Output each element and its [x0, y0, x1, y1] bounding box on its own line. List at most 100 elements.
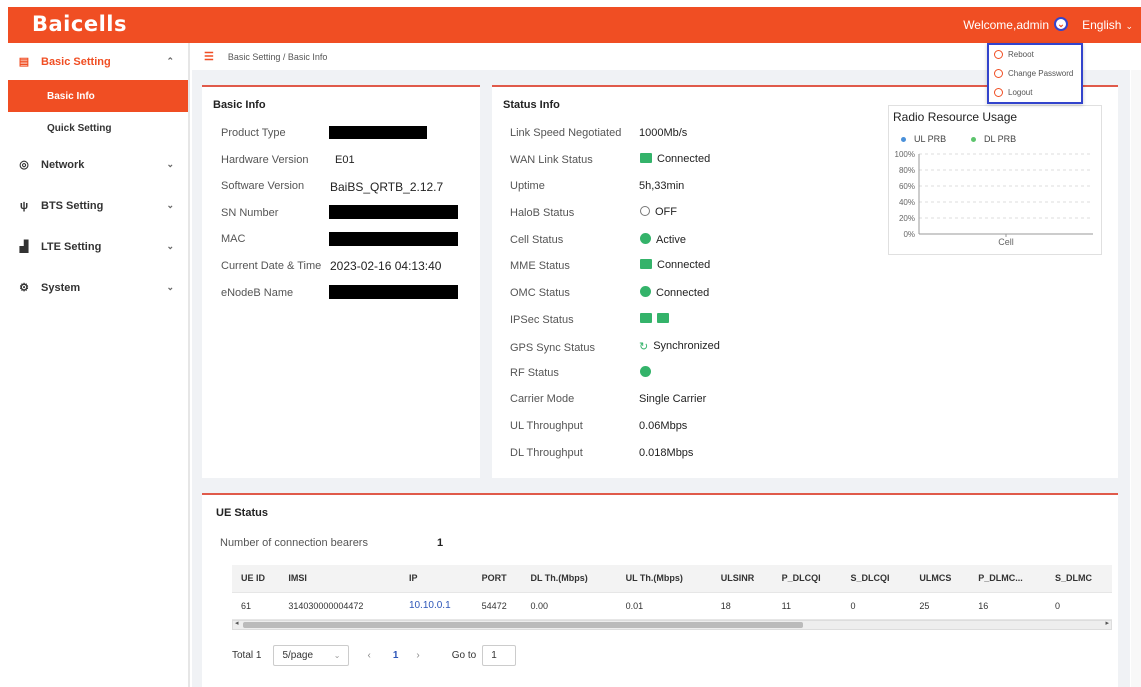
- sidebar-item-bts-setting[interactable]: ψ BTS Setting ⌄: [8, 185, 188, 226]
- column-header: DL Th.(Mbps): [521, 565, 617, 593]
- table-header-row: UE ID IMSI IP PORT DL Th.(Mbps) UL Th.(Mbps) U…: [232, 565, 1112, 593]
- product-type-label: Product Type: [221, 127, 286, 139]
- table-cell: 16: [969, 592, 1046, 620]
- prev-page-icon[interactable]: ‹: [367, 650, 370, 661]
- ue-status-card: UE Status Number of connection bearers 1…: [202, 493, 1118, 687]
- key-icon: [994, 69, 1003, 78]
- table-cell: 61: [232, 592, 280, 620]
- chevron-down-icon: ⌄: [1125, 21, 1133, 31]
- sn-number-label: SN Number: [221, 207, 279, 219]
- mme-status-text: Connected: [657, 259, 711, 271]
- user-menu-chevron-icon[interactable]: ⌄: [1054, 17, 1068, 31]
- power-off-icon: [640, 206, 650, 216]
- ip-link[interactable]: 10.10.0.1: [399, 592, 473, 620]
- language-label: English: [1082, 18, 1122, 32]
- scroll-left-icon[interactable]: ◂: [235, 619, 239, 627]
- menu-item-label: Logout: [1008, 88, 1033, 97]
- ue-table: UE ID IMSI IP PORT DL Th.(Mbps) UL Th.(Mbps) U…: [232, 565, 1112, 620]
- link-speed-label: Link Speed Negotiated: [510, 127, 622, 139]
- redacted-sn-number: [329, 205, 458, 219]
- cell-status-text: Active: [656, 234, 686, 246]
- uptime-label: Uptime: [510, 180, 545, 192]
- sidebar-item-network[interactable]: ◎ Network ⌄: [8, 144, 188, 185]
- mme-status-label: MME Status: [510, 260, 570, 272]
- sidebar-item-system[interactable]: ⚙ System ⌄: [8, 267, 188, 308]
- next-page-icon[interactable]: ›: [416, 650, 419, 661]
- chevron-down-icon: ⌄: [166, 282, 174, 292]
- user-dropdown-menu: Reboot Change Password Logout: [987, 43, 1083, 104]
- ue-status-title: UE Status: [216, 507, 268, 519]
- cell-status-value: Active: [640, 233, 686, 246]
- sidebar-item-lte-setting[interactable]: ▟ LTE Setting ⌄: [8, 226, 188, 267]
- sidebar-item-label: LTE Setting: [41, 240, 102, 253]
- sidebar-item-quick-setting[interactable]: Quick Setting: [8, 112, 188, 144]
- sidebar-item-basic-info[interactable]: Basic Info: [8, 80, 188, 112]
- sidebar-item-label: Basic Setting: [41, 55, 111, 68]
- halob-status-label: HaloB Status: [510, 207, 575, 219]
- y-tick-label: 100%: [895, 150, 915, 159]
- tunnel-up-icon: [640, 313, 652, 323]
- chevron-down-icon: ⌄: [166, 159, 174, 169]
- page-size-select[interactable]: 5/page ⌄: [273, 645, 350, 666]
- mac-label: MAC: [221, 233, 246, 245]
- rf-on-icon: [640, 366, 651, 377]
- uptime-value: 5h,33min: [639, 180, 685, 192]
- vertical-scrollbar[interactable]: [1131, 70, 1141, 687]
- tunnel-down-icon: [657, 313, 669, 323]
- halob-status-value: OFF: [640, 206, 677, 218]
- scrollbar-thumb[interactable]: [243, 622, 803, 628]
- menu-fold-icon[interactable]: ☰: [204, 50, 214, 63]
- page-number[interactable]: 1: [393, 650, 399, 661]
- table-cell: 18: [711, 592, 773, 620]
- bearers-label: Number of connection bearers: [220, 537, 368, 549]
- wan-link-label: WAN Link Status: [510, 154, 593, 166]
- carrier-mode-value: Single Carrier: [639, 393, 707, 405]
- omc-status-text: Connected: [656, 287, 710, 299]
- y-tick-label: 40%: [899, 198, 915, 207]
- gear-icon: ⚙: [19, 282, 29, 294]
- sidebar-item-basic-setting[interactable]: ▤ Basic Setting ⌃: [8, 43, 188, 80]
- y-tick-label: 0%: [903, 230, 915, 239]
- enodeb-name-label: eNodeB Name: [221, 287, 294, 299]
- goto-page-input[interactable]: 1: [482, 645, 517, 666]
- carrier-mode-label: Carrier Mode: [510, 393, 575, 405]
- redacted-product-type: [329, 126, 427, 139]
- rf-status-value: [640, 366, 656, 379]
- current-date-time-value: 2023-02-16 04:13:40: [330, 259, 442, 273]
- current-date-time-label: Current Date & Time: [221, 260, 322, 272]
- menu-item-reboot[interactable]: Reboot: [989, 45, 1081, 64]
- ipsec-status-value: [640, 313, 674, 325]
- dl-throughput-value: 0.018Mbps: [639, 447, 694, 459]
- ethernet-port-icon: [640, 153, 652, 163]
- mme-status-value: Connected: [640, 259, 710, 271]
- baicells-logo[interactable]: Baicells: [32, 12, 127, 36]
- y-tick-label: 80%: [899, 166, 915, 175]
- menu-item-label: Change Password: [1008, 69, 1074, 78]
- chevron-down-icon: ⌄: [166, 200, 174, 210]
- top-header: Baicells Welcome,admin ⌄ English ⌄: [8, 7, 1141, 43]
- signal-bars-icon: ▟: [19, 241, 29, 253]
- menu-item-change-password[interactable]: Change Password: [989, 64, 1081, 83]
- menu-item-logout[interactable]: Logout: [989, 83, 1081, 102]
- link-speed-value: 1000Mb/s: [639, 127, 688, 139]
- dl-throughput-label: DL Throughput: [510, 447, 583, 459]
- menu-item-label: Reboot: [1008, 50, 1034, 59]
- table-row[interactable]: 61 314030000004472 10.10.0.1 54472 0.00 0.01 1…: [232, 592, 1112, 620]
- gps-sync-value: ↻ Synchronized: [639, 340, 720, 353]
- column-header: IP: [399, 565, 473, 593]
- bearers-value: 1: [437, 537, 444, 549]
- column-header: UE ID: [232, 565, 280, 593]
- software-version-label: Software Version: [221, 180, 305, 192]
- language-selector[interactable]: English ⌄: [1082, 18, 1133, 32]
- satellite-icon: ↻: [639, 341, 649, 353]
- halob-status-text: OFF: [655, 206, 677, 218]
- omc-status-value: Connected: [640, 286, 709, 299]
- table-cell: 25: [910, 592, 970, 620]
- wan-link-text: Connected: [657, 153, 711, 165]
- column-header: P_DLMC...: [969, 565, 1046, 593]
- y-tick-label: 20%: [899, 214, 915, 223]
- horizontal-scrollbar[interactable]: ◂ ▸: [232, 620, 1112, 630]
- table-cell: 0: [1045, 592, 1112, 620]
- scroll-right-icon[interactable]: ▸: [1105, 619, 1109, 627]
- sidebar: ▤ Basic Setting ⌃ Basic Info Quick Setti…: [8, 43, 190, 687]
